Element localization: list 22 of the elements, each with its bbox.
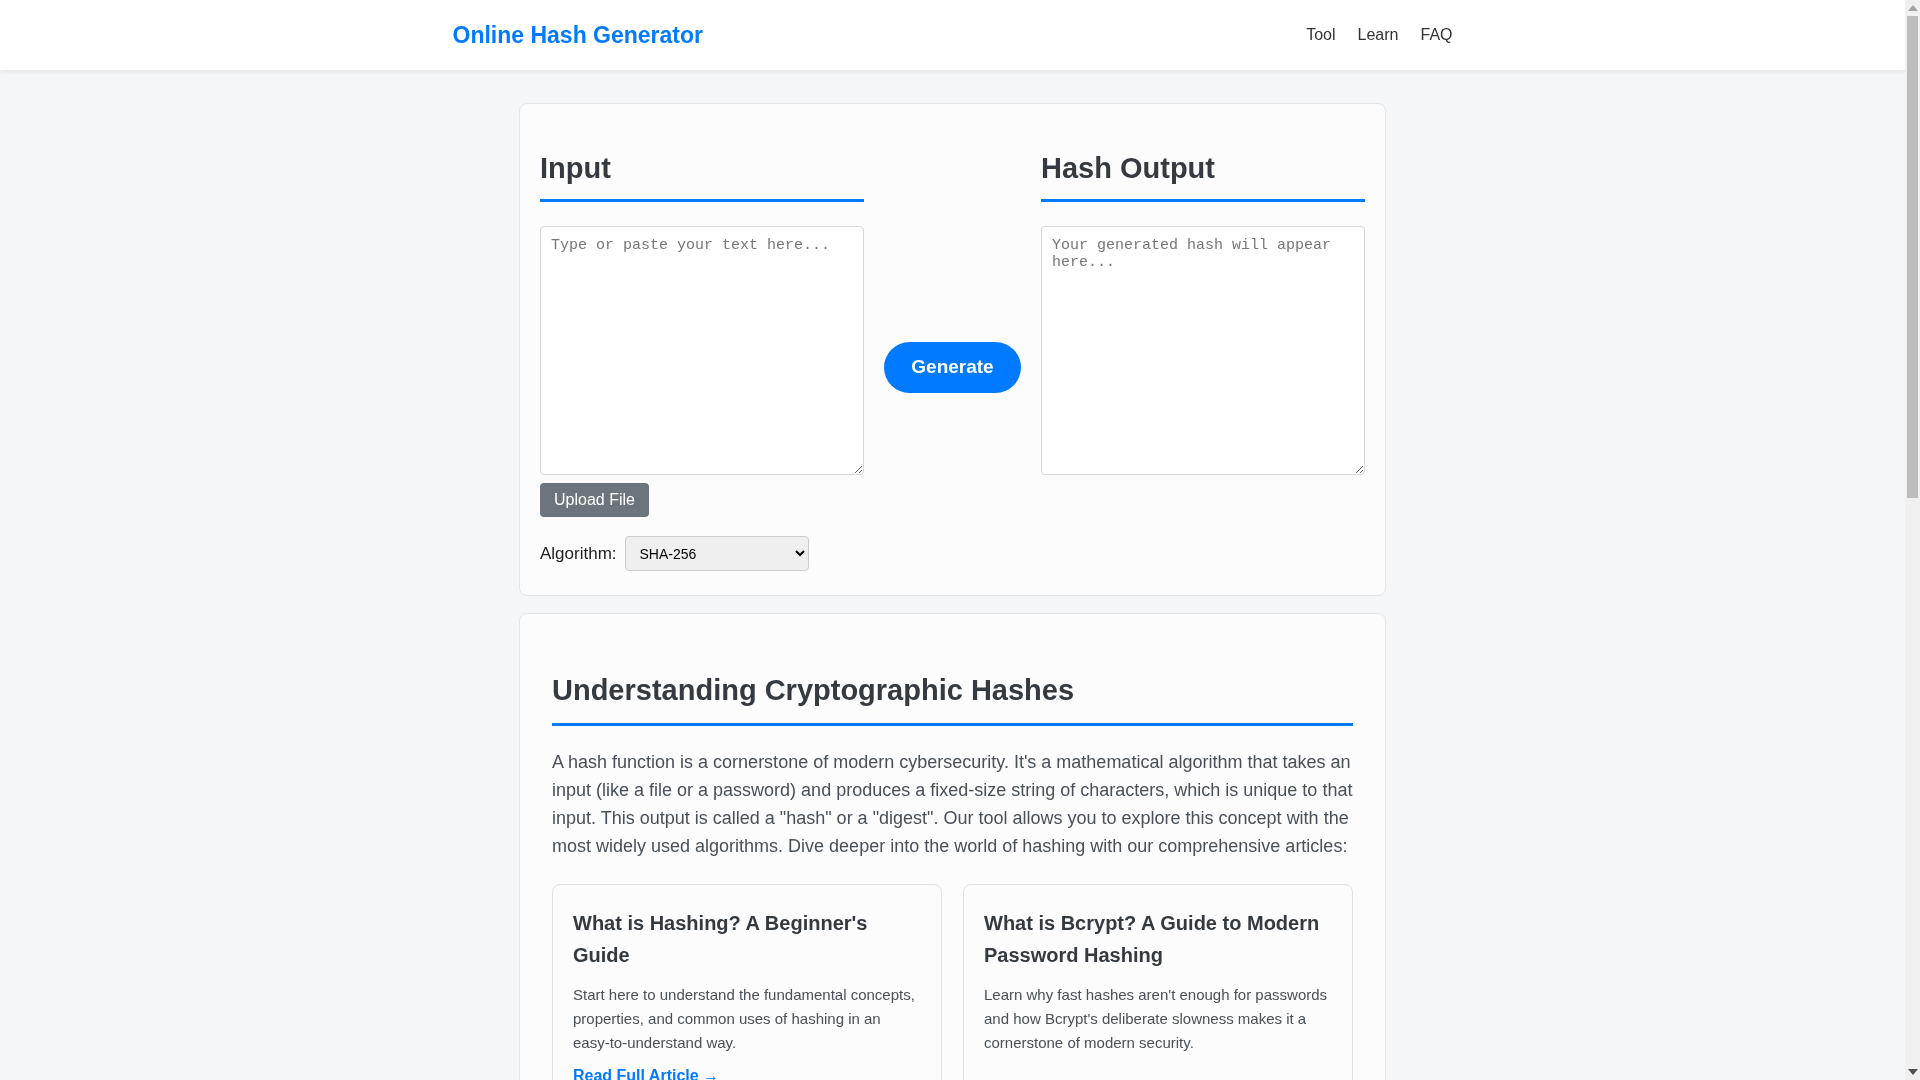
nav-link[interactable]: FAQ <box>1420 26 1453 44</box>
intro-paragraph: A hash function is a cornerstone of modern cybersecurity. It's a mathematical algorithm that takes an input (like a file or a password) and produces a fixed-size string of characters, which is unique to that input. This output is called a "hash" or a "digest". Our tool allows you to explore this concept with the most widely used algorithms. Dive deeper into the world of hashing with our comprehensive articles: <box>552 751 1353 858</box>
article-description: Learn why fast hashes aren't enough for passwords and how Bcrypt's deliberate slowness makes it a cornerstone of modern security. <box>984 985 1329 1053</box>
scrollbar-thumb[interactable] <box>1907 16 1918 498</box>
algorithm-select[interactable]: SHA-256 <box>624 536 809 571</box>
input-field[interactable]: Type or paste your text here... <box>540 226 864 475</box>
article-title: What is Bcrypt? A Guide to Modern Password Hashing <box>984 911 1321 968</box>
nav-link[interactable]: Tool <box>1306 26 1336 44</box>
upload-file-button[interactable]: Upload File <box>540 483 649 517</box>
site-title[interactable]: Online Hash Generator <box>452 21 703 49</box>
scrollbar[interactable] <box>1905 0 1920 1080</box>
nav-link[interactable]: Learn <box>1357 26 1399 44</box>
scroll-down-icon[interactable] <box>1907 1069 1918 1075</box>
output-heading: Hash Output <box>1041 152 1365 202</box>
scroll-up-icon[interactable] <box>1907 5 1918 11</box>
generate-button[interactable]: Generate <box>884 341 1021 393</box>
algorithm-label: Algorithm: <box>540 543 617 564</box>
output-field[interactable]: Your generated hash will appear here... <box>1041 226 1365 475</box>
article-title: What is Hashing? A Beginner's Guide <box>573 911 869 968</box>
input-heading: Input <box>540 152 864 202</box>
article-description: Start here to understand the fundamental concepts, properties, and common uses of hashing in an easy-to-understand way. <box>573 985 916 1053</box>
section-heading: Understanding Cryptographic Hashes <box>552 674 1353 726</box>
